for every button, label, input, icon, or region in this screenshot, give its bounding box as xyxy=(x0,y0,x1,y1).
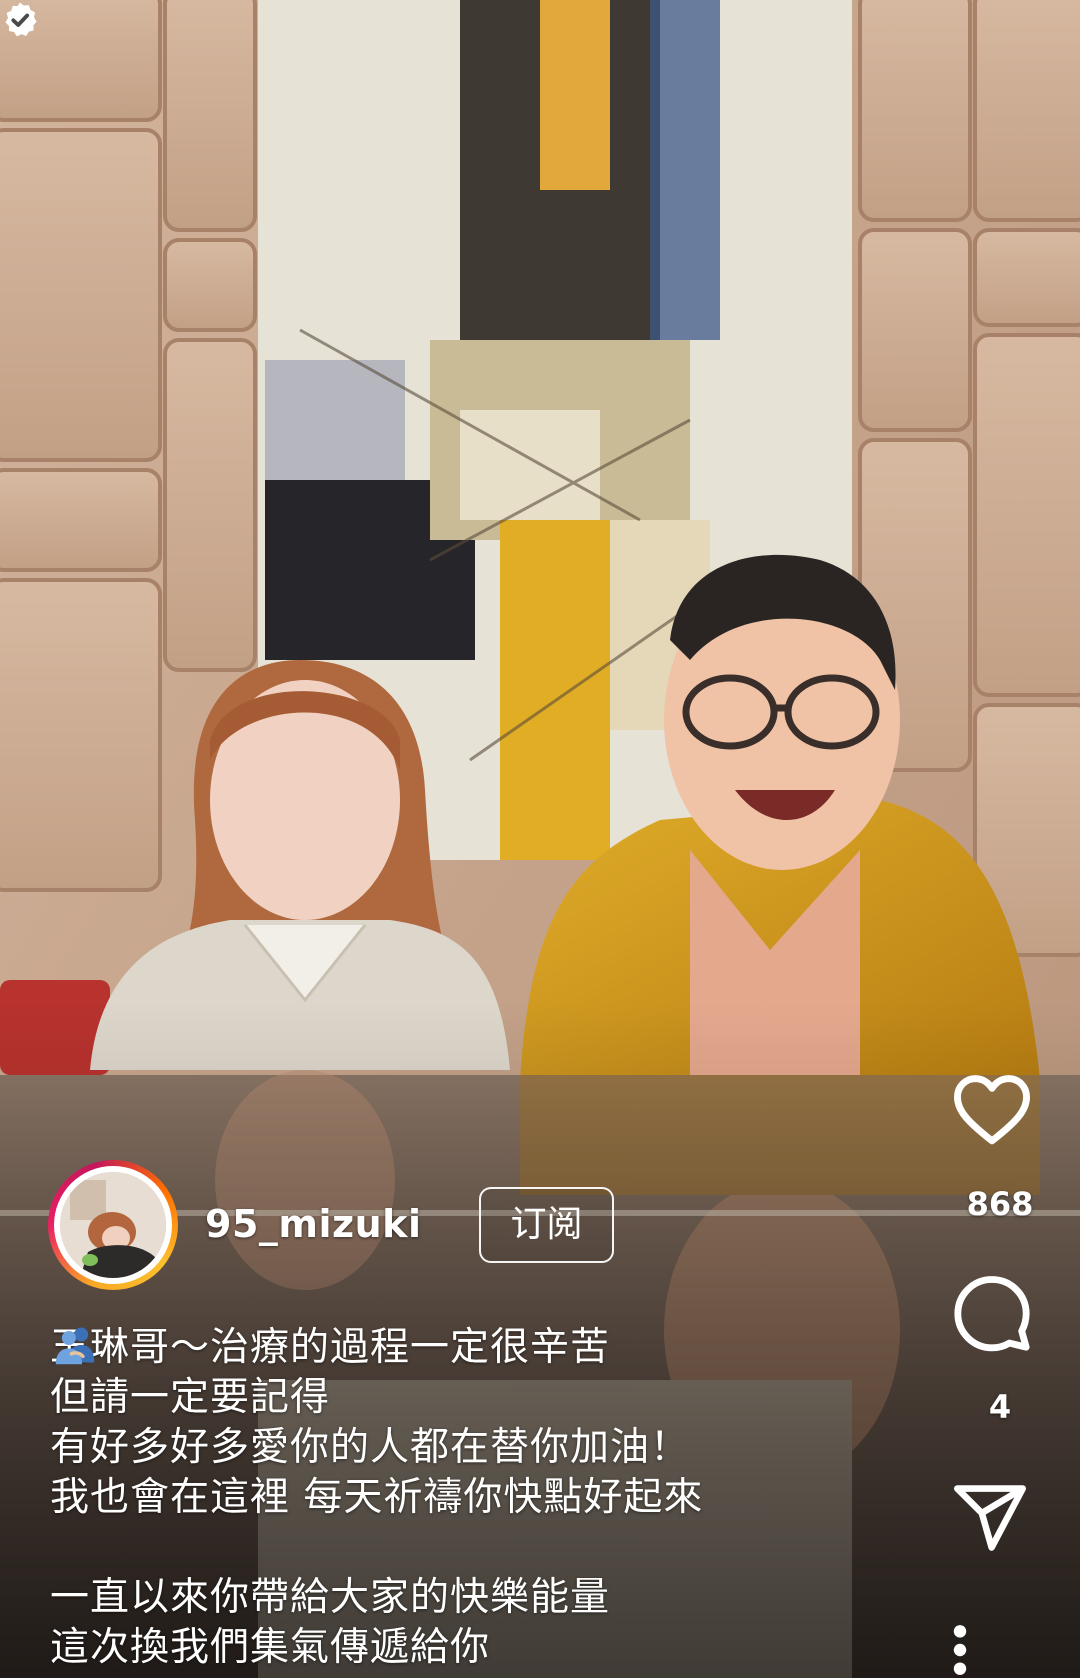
profile-photo-illustration xyxy=(60,1172,166,1278)
avatar[interactable] xyxy=(48,1160,178,1290)
post-caption[interactable]: 玉琳哥～治療的過程一定很辛苦 但請一定要記得 有好多好多愛你的人都在替你加油！ … xyxy=(50,1323,880,1673)
caption-line-with-emoji: 我也會在這裡 每天祈禱你快點好起來 xyxy=(50,1327,880,1523)
people-hugging-emoji xyxy=(55,1327,95,1365)
caption-line-text: 我也會在這裡 每天祈禱你快點好起來 xyxy=(50,1475,704,1520)
caption-line: 但請一定要記得 xyxy=(50,1375,331,1420)
caption-line: 這次換我們集氣傳遞給你 xyxy=(50,1625,491,1670)
heart-icon xyxy=(953,1075,1030,1145)
like-count: 868 xyxy=(966,1185,1034,1223)
more-vertical-icon xyxy=(953,1625,967,1675)
profile-photo xyxy=(60,1172,166,1278)
caption-line: 玉琳哥～治療的過程一定很辛苦 xyxy=(50,1325,611,1370)
follow-button[interactable]: 订阅 xyxy=(479,1187,614,1263)
comment-bubble-icon xyxy=(954,1276,1030,1352)
caption-line: 有好多好多愛你的人都在替你加油！ xyxy=(50,1425,691,1470)
comment-count: 4 xyxy=(988,1388,1012,1426)
avatar-border xyxy=(54,1166,172,1284)
username[interactable]: 95_mizuki xyxy=(205,1202,421,1246)
caption-line: 一直以來你帶給大家的快樂能量 xyxy=(50,1575,611,1620)
verified-badge-icon xyxy=(5,2,37,37)
video-frame[interactable]: 868 4 95_mizuki 订阅 玉琳哥～治療的過程一定很辛苦 但請一定要記… xyxy=(0,0,1080,1678)
paper-plane-icon xyxy=(954,1485,1026,1551)
